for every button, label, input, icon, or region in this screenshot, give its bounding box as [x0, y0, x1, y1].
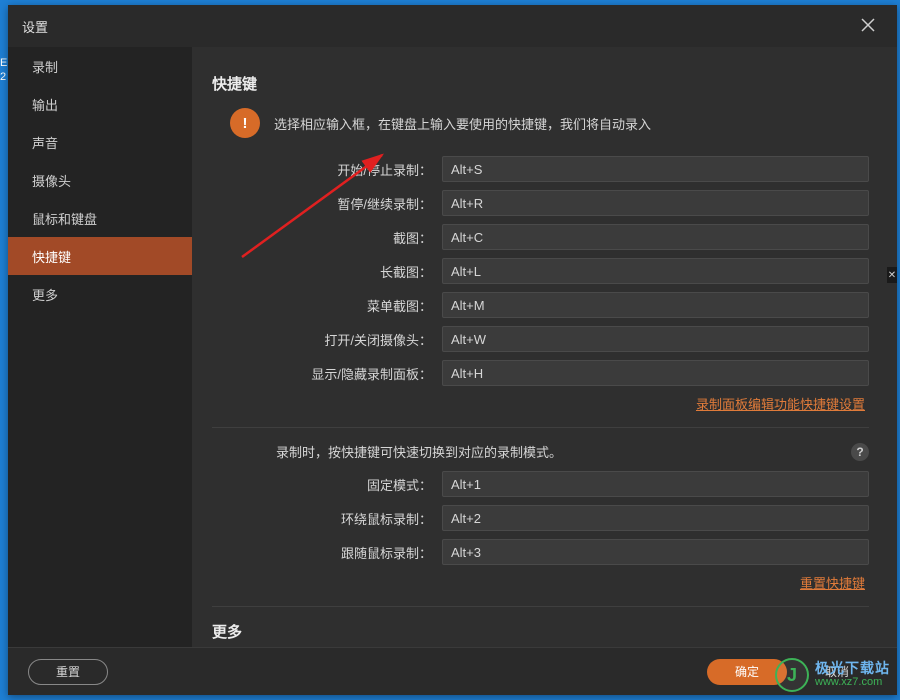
cancel-button[interactable]: 取消	[797, 659, 877, 685]
hotkey-pause-resume[interactable]: Alt+R	[442, 190, 869, 216]
label-long-screenshot: 长截图：	[212, 262, 442, 281]
link-reset-hotkeys[interactable]: 重置快捷键	[800, 576, 865, 591]
content-scroll[interactable]: 快捷键 ! 选择相应输入框，在键盘上输入要使用的快捷键，我们将自动录入 开始/停…	[192, 47, 897, 647]
hotkey-start-stop[interactable]: Alt+S	[442, 156, 869, 182]
sidebar-item-label: 声音	[32, 133, 58, 152]
hotkey-fixed-mode[interactable]: Alt+1	[442, 471, 869, 497]
sidebar: 录制 输出 声音 摄像头 鼠标和键盘 快捷键 更多	[8, 47, 192, 647]
label-start-stop: 开始/停止录制：	[212, 160, 442, 179]
hotkey-around-mouse[interactable]: Alt+2	[442, 505, 869, 531]
sidebar-item-hotkeys[interactable]: 快捷键	[8, 237, 192, 275]
sidebar-item-more[interactable]: 更多	[8, 275, 192, 313]
sidebar-item-label: 快捷键	[32, 247, 71, 266]
sidebar-item-audio[interactable]: 声音	[8, 123, 192, 161]
hotkey-long-screenshot[interactable]: Alt+L	[442, 258, 869, 284]
warning-icon: !	[230, 108, 260, 138]
sidebar-item-label: 更多	[32, 285, 58, 304]
label-around-mouse: 环绕鼠标录制：	[212, 509, 442, 528]
hotkey-menu-screenshot[interactable]: Alt+M	[442, 292, 869, 318]
settings-window: 设置 录制 输出 声音 摄像头 鼠标和键盘 快捷键 更多 快捷键 ! 选择相应输…	[8, 5, 897, 695]
section-title-hotkeys: 快捷键	[212, 73, 869, 94]
reset-button[interactable]: 重置	[28, 659, 108, 685]
sidebar-item-label: 录制	[32, 57, 58, 76]
hotkey-toggle-panel[interactable]: Alt+H	[442, 360, 869, 386]
info-text: 选择相应输入框，在键盘上输入要使用的快捷键，我们将自动录入	[274, 114, 651, 133]
sidebar-item-label: 摄像头	[32, 171, 71, 190]
hotkey-screenshot[interactable]: Alt+C	[442, 224, 869, 250]
label-pause-resume: 暂停/继续录制：	[212, 194, 442, 213]
titlebar: 设置	[8, 5, 897, 47]
close-icon[interactable]	[853, 18, 883, 35]
label-toggle-panel: 显示/隐藏录制面板：	[212, 364, 442, 383]
sidebar-item-mouse-keyboard[interactable]: 鼠标和键盘	[8, 199, 192, 237]
label-screenshot: 截图：	[212, 228, 442, 247]
sidebar-item-label: 输出	[32, 95, 58, 114]
sidebar-item-label: 鼠标和键盘	[32, 209, 97, 228]
section-title-more: 更多	[212, 621, 869, 642]
help-icon[interactable]: ?	[851, 443, 869, 461]
sidebar-item-record[interactable]: 录制	[8, 47, 192, 85]
label-toggle-camera: 打开/关闭摄像头：	[212, 330, 442, 349]
divider	[212, 427, 869, 428]
window-title: 设置	[22, 17, 853, 36]
side-close-tab[interactable]: ✕	[887, 267, 897, 283]
footer: 重置 确定 取消	[8, 647, 897, 695]
info-banner: ! 选择相应输入框，在键盘上输入要使用的快捷键，我们将自动录入	[212, 108, 869, 138]
hotkey-toggle-camera[interactable]: Alt+W	[442, 326, 869, 352]
mode-switch-description: 录制时，按快捷键可快速切换到对应的录制模式。	[212, 442, 851, 461]
sidebar-item-camera[interactable]: 摄像头	[8, 161, 192, 199]
label-fixed-mode: 固定模式：	[212, 475, 442, 494]
link-panel-edit-hotkeys[interactable]: 录制面板编辑功能快捷键设置	[696, 397, 865, 412]
divider	[212, 606, 869, 607]
sidebar-item-output[interactable]: 输出	[8, 85, 192, 123]
ok-button[interactable]: 确定	[707, 659, 787, 685]
hotkey-follow-mouse[interactable]: Alt+3	[442, 539, 869, 565]
label-follow-mouse: 跟随鼠标录制：	[212, 543, 442, 562]
desktop-icon-text: E2	[0, 56, 7, 84]
label-menu-screenshot: 菜单截图：	[212, 296, 442, 315]
